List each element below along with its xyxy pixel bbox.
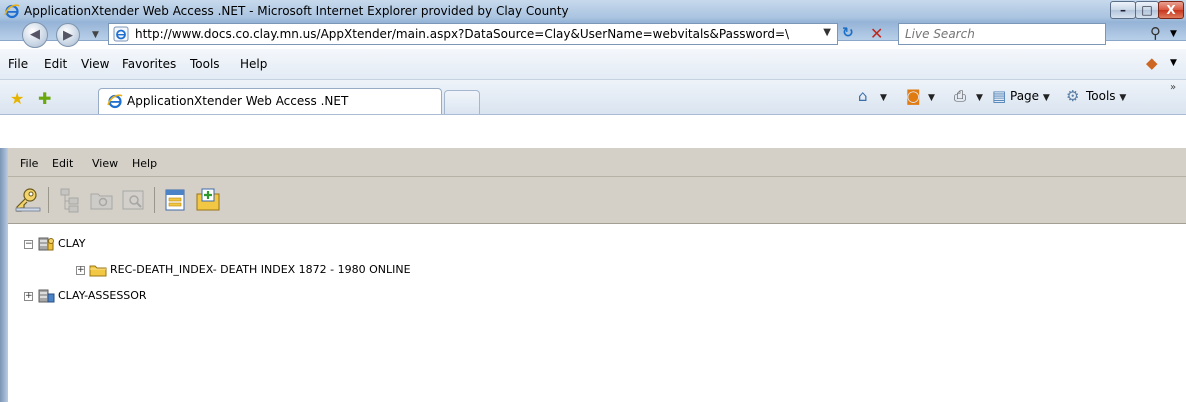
ie-icon	[4, 4, 20, 19]
rss-icon[interactable]: ◙	[906, 87, 921, 105]
app-menu-view[interactable]: View	[92, 157, 118, 170]
address-dropdown-icon[interactable]: ▼	[823, 27, 831, 38]
search-input[interactable]	[903, 26, 1097, 42]
close-window-button[interactable]: X	[1158, 1, 1184, 19]
menu-tools[interactable]: Tools	[190, 57, 220, 71]
database-icon	[38, 237, 54, 251]
new-document-icon[interactable]	[194, 186, 222, 214]
tab-row: ★ ✚ ApplicationXtender Web Access .NET ⌂…	[0, 80, 1186, 115]
menu-favorites[interactable]: Favorites	[122, 57, 176, 71]
tab-label: ApplicationXtender Web Access .NET	[127, 94, 349, 108]
print-icon[interactable]: ⎙	[954, 87, 966, 105]
tree-label-clay-assessor: CLAY-ASSESSOR	[58, 289, 147, 302]
app-menu-help[interactable]: Help	[132, 157, 157, 170]
tree-view: − CLAY + REC-DEATH_INDEX- DEATH INDEX 18…	[8, 224, 1186, 402]
collapse-toggle[interactable]: −	[24, 239, 33, 249]
back-icon: ◀	[30, 27, 40, 42]
window-frame-left	[0, 148, 8, 402]
menu-help[interactable]: Help	[240, 57, 267, 71]
search-box[interactable]	[898, 23, 1106, 45]
batch-documents-icon[interactable]	[162, 186, 190, 214]
page-menu-label: Page	[1010, 89, 1040, 103]
recent-pages-dropdown[interactable]: ▼	[92, 30, 99, 40]
more-commands-icon[interactable]: »	[1170, 82, 1176, 93]
tree-view-icon	[60, 188, 79, 213]
favorites-star-icon[interactable]: ★	[10, 89, 24, 108]
tree-label-clay: CLAY	[58, 237, 86, 250]
expand-toggle[interactable]: +	[24, 291, 33, 301]
toolbar-separator	[48, 187, 49, 213]
toolbar-extension-icon[interactable]: ◆	[1146, 54, 1158, 72]
page-menu[interactable]: Page ▼	[1010, 89, 1050, 103]
app-menu-bar: File Edit View Help	[8, 148, 1186, 177]
page-icon: ▤	[992, 87, 1007, 105]
browser-window: ApplicationXtender Web Access .NET - Mic…	[0, 0, 1186, 402]
tab-appxtender[interactable]: ApplicationXtender Web Access .NET	[98, 88, 442, 114]
expand-toggle[interactable]: +	[76, 265, 85, 275]
back-button[interactable]: ◀	[22, 22, 48, 48]
maximize-button[interactable]: □	[1135, 1, 1159, 19]
ie-icon	[107, 94, 123, 109]
key-login-icon[interactable]	[14, 186, 42, 214]
new-tab-button[interactable]	[444, 90, 480, 114]
app-menu-edit[interactable]: Edit	[52, 157, 73, 170]
maximize-icon: □	[1141, 3, 1153, 17]
ie-page-icon	[113, 26, 129, 42]
menu-edit[interactable]: Edit	[44, 57, 67, 71]
home-icon[interactable]: ⌂	[858, 87, 868, 105]
stop-icon[interactable]: ✕	[870, 24, 883, 43]
minimize-button[interactable]: –	[1110, 1, 1136, 19]
extension-dropdown-icon[interactable]: ▼	[1170, 58, 1177, 68]
tools-menu[interactable]: Tools ▼	[1086, 89, 1126, 103]
address-bar[interactable]: http://www.docs.co.clay.mn.us/AppXtender…	[108, 23, 838, 45]
open-folder-icon	[90, 193, 113, 210]
tree-label-death-index: REC-DEATH_INDEX- DEATH INDEX 1872 - 1980…	[110, 263, 411, 276]
app-menu-file[interactable]: File	[20, 157, 38, 170]
folder-icon	[89, 265, 107, 277]
menu-file[interactable]: File	[8, 57, 28, 71]
url-text[interactable]: http://www.docs.co.clay.mn.us/AppXtender…	[135, 27, 815, 41]
close-icon: X	[1166, 3, 1176, 17]
tools-gear-icon: ⚙	[1066, 87, 1080, 105]
add-favorites-icon[interactable]: ✚	[38, 89, 51, 108]
tools-menu-label: Tools	[1086, 89, 1116, 103]
database-icon	[38, 289, 55, 303]
document-search-icon	[122, 190, 144, 210]
toolbar-separator	[154, 187, 155, 213]
forward-icon: ▶	[63, 28, 73, 43]
ie-menu-bar: File Edit View Favorites Tools Help ◆ ▼	[0, 49, 1186, 80]
menu-view[interactable]: View	[81, 57, 109, 71]
rss-dropdown[interactable]: ▼	[928, 89, 935, 103]
home-dropdown[interactable]: ▼	[880, 89, 887, 103]
print-dropdown[interactable]: ▼	[976, 89, 983, 103]
refresh-icon[interactable]: ↻	[842, 25, 854, 41]
search-options-dropdown[interactable]: ▼	[1170, 29, 1177, 39]
app-toolbar	[8, 177, 1186, 224]
forward-button[interactable]: ▶	[56, 23, 80, 47]
window-title: ApplicationXtender Web Access .NET - Mic…	[24, 4, 569, 18]
minimize-icon: –	[1120, 3, 1126, 17]
search-icon[interactable]: ⚲	[1150, 24, 1161, 42]
